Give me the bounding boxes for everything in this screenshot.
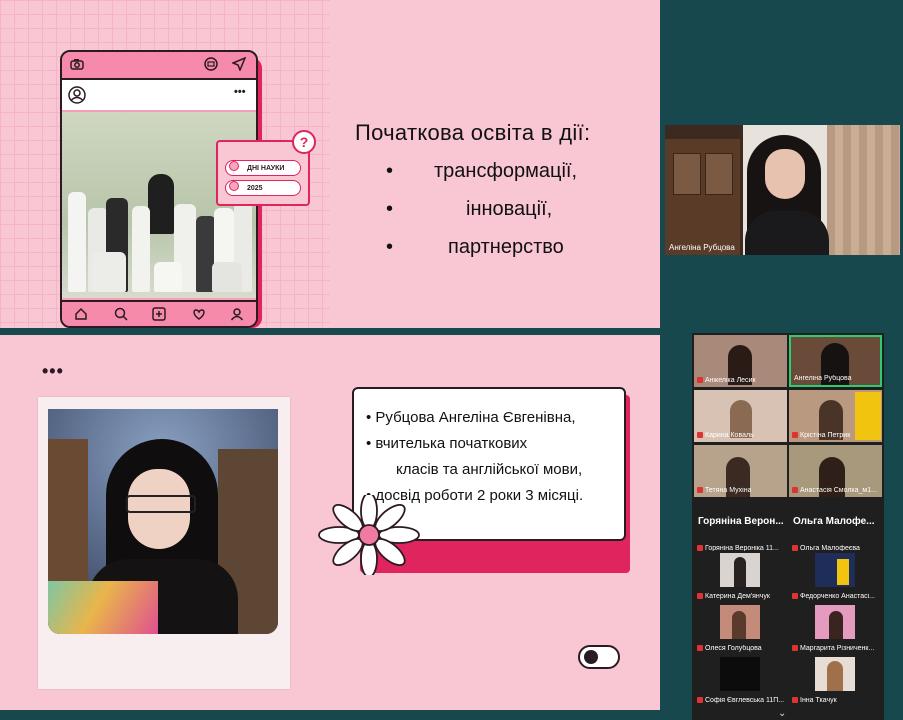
participant-display-name: Горяніна Верон... [698,516,784,527]
participant-tile[interactable]: Маргарита Різниченк... [789,603,882,655]
participant-name: Тетяна Мухіна [697,487,751,494]
info-name: • Рубцова Ангеліна Євгенівна, [366,409,576,426]
slide-bottom: ••• • Рубцова Ангеліна Євгенівна, • вчит… [0,335,660,710]
bullet-icon: • [386,198,394,220]
participant-tile[interactable]: Катерина Дем'янчук [694,551,787,603]
mic-muted-icon [697,432,703,438]
participant-name: Маргарита Різниченк... [792,645,874,652]
participant-tile[interactable]: Тетяна Мухіна [694,445,787,497]
participant-name: Карина Коваль [697,432,754,439]
toggle-switch[interactable] [578,645,620,669]
mic-muted-icon [792,487,798,493]
participant-tile[interactable]: Крістіна Петрик [789,390,882,442]
profile-icon [230,307,244,326]
question-icon: ? [292,130,316,154]
bullet-partnership: партнерство [448,236,564,258]
cabinet-glass [705,153,733,195]
participant-tile[interactable]: Федорченко Анастасі... [789,551,882,603]
mic-muted-icon [697,645,703,651]
phone-bottom-bar [62,300,256,326]
phone-top-bar [62,52,256,80]
science-days-pill: ДНІ НАУКИ [225,160,301,176]
mic-muted-icon [792,645,798,651]
polaroid-frame [38,397,290,689]
send-icon [231,56,247,73]
mic-muted-icon [792,432,798,438]
add-post-icon [152,307,166,326]
participant-avatar [815,657,855,691]
bullet-innovations: інновації, [466,198,553,220]
mic-muted-icon [697,697,703,703]
participant-tile[interactable]: Інна Ткачук [789,655,882,707]
info-role: • вчителька початкових [366,435,528,452]
flower-icon [314,492,424,580]
science-days-label: ДНІ НАУКИ [247,165,285,172]
avatar-icon [68,86,86,109]
participant-name: Анжеліка Лесик [697,377,756,384]
participant-tile[interactable]: Ольга Малофе... Ольга Малофеєва [789,503,882,555]
participant-name: Крістіна Петрик [792,432,850,439]
shoulders [745,211,829,255]
mic-muted-icon [697,377,703,383]
info-subjects: класів та англійської мови, [396,461,583,478]
participant-tile[interactable]: Анастасія Смолка_м1... [789,445,882,497]
more-dots: ••• [234,86,246,98]
video-name-label: Ангеліна Рубцова [669,243,735,252]
archive-icon [204,57,218,73]
mic-muted-icon [697,487,703,493]
participant-name: Федорченко Анастасі... [792,593,875,600]
slide-top: • • • ДНІ НАУКИ 2025 ? Початкова освіта в … [0,0,660,328]
participant-avatar [720,553,760,587]
heart-icon [192,307,206,326]
participant-name: Ангеліна Рубцова [794,375,852,382]
search-icon [114,307,128,326]
participant-name: Катерина Дем'янчук [697,593,770,600]
participant-avatar [720,657,760,691]
mic-muted-icon [792,593,798,599]
curtain [827,125,900,255]
bullet-icon: • [386,236,394,258]
participant-tile[interactable]: Горяніна Верон... Горяніна Вероніка 11..… [694,503,787,555]
participant-tile[interactable]: Олеся Голубцова [694,603,787,655]
mic-muted-icon [792,697,798,703]
participant-tile-active[interactable]: Ангеліна Рубцова [789,335,882,387]
bullet-transformations: трансформації, [434,160,578,182]
year-pill: 2025 [225,180,301,196]
participant-name: Анастасія Смолка_м1... [792,487,877,494]
phone-profile-bar: ••• [62,80,256,110]
participant-tile[interactable]: Карина Коваль [694,390,787,442]
mic-muted-icon [697,593,703,599]
slide-title: Початкова освіта в дії: [355,120,591,145]
camera-icon [70,58,84,72]
face [765,149,805,199]
chevron-down-icon[interactable]: ⌄ [778,708,786,719]
portrait-photo [48,409,278,634]
participant-name: Олеся Голубцова [697,645,762,652]
bullet-icon: • [386,160,394,182]
participant-avatar [815,553,855,587]
participants-panel: Анжеліка Лесик Ангеліна Рубцова Карина К… [692,333,884,720]
participant-name: Інна Ткачук [792,697,837,704]
cabinet-glass [673,153,701,195]
participant-avatar [815,605,855,639]
participant-tile[interactable]: Софія Євглевська 11П... [694,655,787,707]
speaker-video[interactable]: Ангеліна Рубцова [665,125,900,255]
participant-display-name: Ольга Малофе... [793,516,875,527]
participant-name: Софія Євглевська 11П... [697,697,784,704]
year-label: 2025 [247,185,263,192]
home-icon [74,307,88,326]
participant-avatar [720,605,760,639]
participant-tile[interactable]: Анжеліка Лесик [694,335,787,387]
more-dots: ••• [42,361,64,381]
